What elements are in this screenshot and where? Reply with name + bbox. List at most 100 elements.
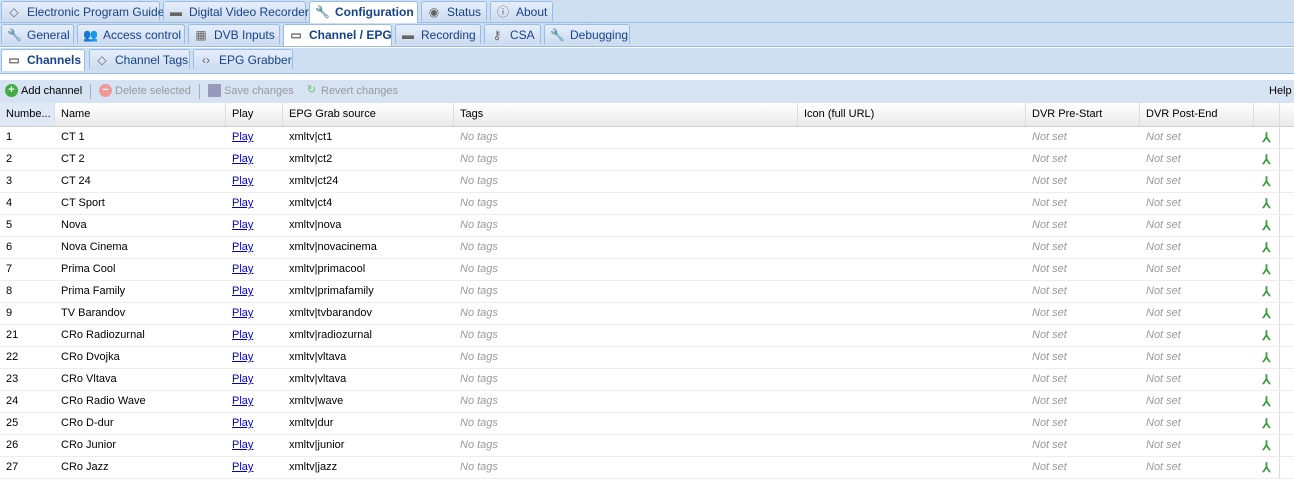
play-link[interactable]: Play [232,263,253,275]
column-header[interactable]: DVR Pre-Start [1026,103,1140,126]
merge-icon[interactable]: ⅄ [1254,391,1280,412]
tab-channel-tags[interactable]: ◇ Channel Tags [89,49,190,69]
tab-label: EPG Grabber [219,53,292,67]
merge-icon[interactable]: ⅄ [1254,435,1280,456]
dvr-pre-start: Not set [1032,197,1067,209]
play-link[interactable]: Play [232,307,253,319]
tab-channels[interactable]: ▭ Channels [1,49,85,71]
delete-selected-button[interactable]: − Delete selected [99,83,191,99]
merge-icon[interactable]: ⅄ [1254,413,1280,434]
revert-icon: ↻ [306,84,317,96]
channel-number: 9 [6,307,13,319]
play-link[interactable]: Play [232,285,253,297]
merge-icon[interactable]: ⅄ [1254,127,1280,148]
save-changes-button[interactable]: Save changes [208,83,294,99]
table-row[interactable]: 27 CRo Jazz Play xmltv|jazz No tags Not set No… [0,457,1294,479]
tab-label: About [516,5,548,19]
table-row[interactable]: 4 CT Sport Play xmltv|ct4 No tags Not set Not … [0,193,1294,215]
merge-icon[interactable]: ⅄ [1254,457,1280,478]
play-link[interactable]: Play [232,439,253,451]
tab-recording[interactable]: ▬ Recording [395,24,481,44]
merge-icon[interactable]: ⅄ [1254,281,1280,302]
merge-icon[interactable]: ⅄ [1254,325,1280,346]
help-button[interactable]: Help [1269,83,1292,99]
merge-icon[interactable]: ⅄ [1254,215,1280,236]
play-link[interactable]: Play [232,373,253,385]
dvr-pre-start: Not set [1032,395,1067,407]
dvr-post-end: Not set [1146,395,1181,407]
tab-dvb-inputs[interactable]: ▦ DVB Inputs [188,24,280,44]
revert-label: Revert changes [321,85,399,97]
table-row[interactable]: 3 CT 24 Play xmltv|ct24 No tags Not set Not se… [0,171,1294,193]
tab-access-control[interactable]: 👥 Access control [77,24,185,44]
table-row[interactable]: 26 CRo Junior Play xmltv|junior No tags Not s… [0,435,1294,457]
table-row[interactable]: 2 CT 2 Play xmltv|ct2 No tags Not set Not set ⅄ [0,149,1294,171]
merge-icon[interactable]: ⅄ [1254,149,1280,170]
drive-icon: ▬ [402,28,414,42]
tv-icon: ▭ [290,28,302,42]
table-row[interactable]: 22 CRo Dvojka Play xmltv|vltava No tags Not s… [0,347,1294,369]
play-link[interactable]: Play [232,197,253,209]
tab-label: Access control [103,28,182,42]
top-tab-bar: ◇ Electronic Program Guide ▬ Digital Video … [0,0,1294,23]
play-link[interactable]: Play [232,417,253,429]
play-link[interactable]: Play [232,153,253,165]
play-link[interactable]: Play [232,241,253,253]
tags-cell: No tags [460,175,498,187]
add-channel-button[interactable]: + Add channel [5,83,82,99]
tags-cell: No tags [460,351,498,363]
play-link[interactable]: Play [232,395,253,407]
merge-icon[interactable]: ⅄ [1254,171,1280,192]
column-header[interactable]: Icon (full URL) [798,103,1026,126]
tab-configuration[interactable]: 🔧 Configuration [309,1,418,23]
tab-csa[interactable]: ⚷ CSA [484,24,541,44]
dvr-post-end: Not set [1146,439,1181,451]
merge-icon[interactable]: ⅄ [1254,193,1280,214]
table-row[interactable]: 24 CRo Radio Wave Play xmltv|wave No tags Not… [0,391,1294,413]
tab-general[interactable]: 🔧 General [1,24,74,44]
play-link[interactable]: Play [232,351,253,363]
table-row[interactable]: 1 CT 1 Play xmltv|ct1 No tags Not set Not set ⅄ [0,127,1294,149]
column-header[interactable]: Tags [454,103,798,126]
column-header[interactable]: Numbe... [0,103,55,126]
dvr-pre-start: Not set [1032,153,1067,165]
table-row[interactable]: 23 CRo Vltava Play xmltv|vltava No tags Not s… [0,369,1294,391]
column-header[interactable]: Play [226,103,283,126]
merge-icon[interactable]: ⅄ [1254,369,1280,390]
tags-cell: No tags [460,417,498,429]
tab-debugging[interactable]: 🔧 Debugging [544,24,630,44]
play-link[interactable]: Play [232,219,253,231]
table-row[interactable]: 8 Prima Family Play xmltv|primafamily No tag… [0,281,1294,303]
merge-icon[interactable]: ⅄ [1254,347,1280,368]
tab-epg-grabber[interactable]: ‹› EPG Grabber [193,49,293,69]
column-header[interactable]: DVR Post-End [1140,103,1254,126]
dvr-post-end: Not set [1146,263,1181,275]
tab-about[interactable]: ⓘ About [490,1,553,21]
delete-label: Delete selected [115,85,191,97]
tab-electronic-program-guide[interactable]: ◇ Electronic Program Guide [1,1,164,21]
revert-changes-button[interactable]: ↻ Revert changes [305,83,398,99]
play-link[interactable]: Play [232,461,253,473]
dvr-pre-start: Not set [1032,175,1067,187]
epg-source: xmltv|ct24 [289,175,339,187]
merge-icon[interactable]: ⅄ [1254,303,1280,324]
tab-status[interactable]: ◉ Status [421,1,487,21]
play-link[interactable]: Play [232,175,253,187]
tab-label: Digital Video Recorder [189,5,309,19]
play-link[interactable]: Play [232,329,253,341]
table-row[interactable]: 5 Nova Play xmltv|nova No tags Not set Not set… [0,215,1294,237]
table-row[interactable]: 9 TV Barandov Play xmltv|tvbarandov No tags N… [0,303,1294,325]
table-row[interactable]: 7 Prima Cool Play xmltv|primacool No tags Not… [0,259,1294,281]
merge-icon[interactable]: ⅄ [1254,259,1280,280]
table-row[interactable]: 25 CRo D-dur Play xmltv|dur No tags Not set No… [0,413,1294,435]
tab-digital-video-recorder[interactable]: ▬ Digital Video Recorder [163,1,309,21]
dvr-post-end: Not set [1146,329,1181,341]
column-header[interactable]: Name [55,103,226,126]
column-header[interactable]: EPG Grab source [283,103,454,126]
table-row[interactable]: 21 CRo Radiozurnal Play xmltv|radiozurnal No… [0,325,1294,347]
play-link[interactable]: Play [232,131,253,143]
table-row[interactable]: 6 Nova Cinema Play xmltv|novacinema No tags N… [0,237,1294,259]
tab-channel-epg[interactable]: ▭ Channel / EPG [283,24,392,46]
grid-header: Numbe... Name Play EPG Grab source Tags Icon … [0,103,1294,127]
merge-icon[interactable]: ⅄ [1254,237,1280,258]
